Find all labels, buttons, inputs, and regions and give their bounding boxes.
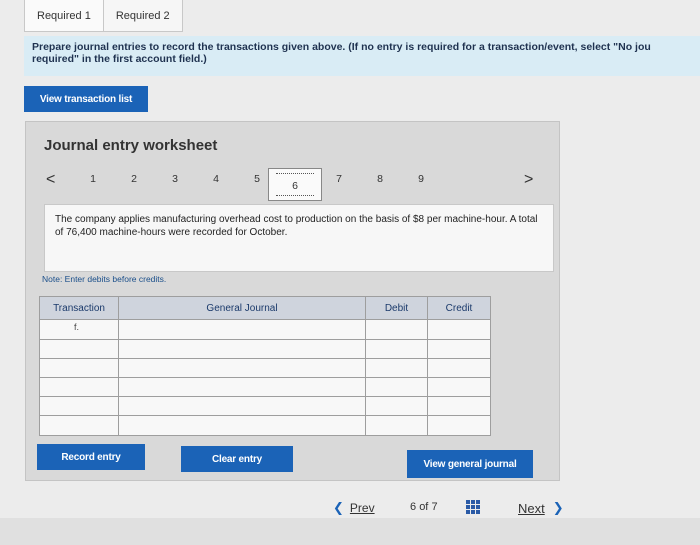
pager-page-3[interactable]: 3 bbox=[168, 173, 182, 185]
entry-pager: < 1 2 3 4 5 6 7 8 9 > bbox=[26, 167, 561, 207]
transaction-cell: f. bbox=[74, 322, 80, 332]
pager-page-9[interactable]: 9 bbox=[414, 173, 428, 185]
worksheet-title: Journal entry worksheet bbox=[44, 137, 218, 154]
col-header-transaction: Transaction bbox=[40, 297, 118, 319]
col-header-general-journal: General Journal bbox=[119, 297, 365, 319]
journal-entry-worksheet: Journal entry worksheet < 1 2 3 4 5 6 7 … bbox=[25, 121, 560, 481]
row-divider bbox=[40, 339, 490, 340]
pager-page-4[interactable]: 4 bbox=[209, 173, 223, 185]
chevron-right-icon: ❯ bbox=[552, 500, 564, 515]
row-divider bbox=[40, 319, 490, 320]
instruction-banner: Prepare journal entries to record the tr… bbox=[24, 36, 700, 76]
pager-page-6-active[interactable]: 6 bbox=[268, 168, 322, 201]
view-general-journal-button[interactable]: View general journal bbox=[407, 450, 533, 478]
page-current: 6 bbox=[410, 501, 417, 513]
page-total: 7 bbox=[431, 501, 438, 513]
journal-entry-table: Transaction General Journal Debit Credit… bbox=[39, 296, 491, 436]
pager-next-arrow-icon[interactable]: > bbox=[524, 171, 533, 189]
tab-bar: Required 1 Required 2 bbox=[24, 0, 183, 32]
clear-entry-button[interactable]: Clear entry bbox=[181, 446, 293, 472]
record-entry-button[interactable]: Record entry bbox=[37, 444, 145, 470]
pager-page-8[interactable]: 8 bbox=[373, 173, 387, 185]
prev-nav[interactable]: ❮ Prev bbox=[333, 500, 375, 516]
debits-note: Note: Enter debits before credits. bbox=[42, 274, 167, 284]
pager-page-5[interactable]: 5 bbox=[250, 173, 264, 185]
instruction-line-1: Prepare journal entries to record the tr… bbox=[32, 41, 651, 53]
transaction-description: The company applies manufacturing overhe… bbox=[44, 204, 554, 272]
next-label: Next bbox=[518, 500, 545, 516]
pager-page-2[interactable]: 2 bbox=[127, 173, 141, 185]
row-divider bbox=[40, 358, 490, 359]
pager-prev-arrow-icon[interactable]: < bbox=[46, 171, 55, 189]
question-grid-icon[interactable] bbox=[466, 500, 480, 514]
bottom-bar bbox=[0, 518, 700, 545]
tab-required-1[interactable]: Required 1 bbox=[24, 0, 104, 32]
tab-required-2[interactable]: Required 2 bbox=[103, 0, 183, 32]
chevron-left-icon: ❮ bbox=[333, 500, 344, 515]
next-nav[interactable]: Next ❯ bbox=[518, 500, 564, 516]
instruction-line-2: required" in the first account field.) bbox=[32, 53, 207, 65]
pager-page-1[interactable]: 1 bbox=[86, 173, 100, 185]
page-of: of bbox=[419, 501, 429, 513]
pager-page-7[interactable]: 7 bbox=[332, 173, 346, 185]
col-header-credit: Credit bbox=[428, 297, 490, 319]
row-divider bbox=[40, 415, 490, 416]
view-transaction-list-button[interactable]: View transaction list bbox=[24, 86, 148, 112]
row-divider bbox=[40, 396, 490, 397]
page-counter: 6 of 7 bbox=[410, 501, 438, 513]
prev-label: Prev bbox=[349, 501, 375, 515]
col-header-debit: Debit bbox=[366, 297, 427, 319]
row-divider bbox=[40, 377, 490, 378]
